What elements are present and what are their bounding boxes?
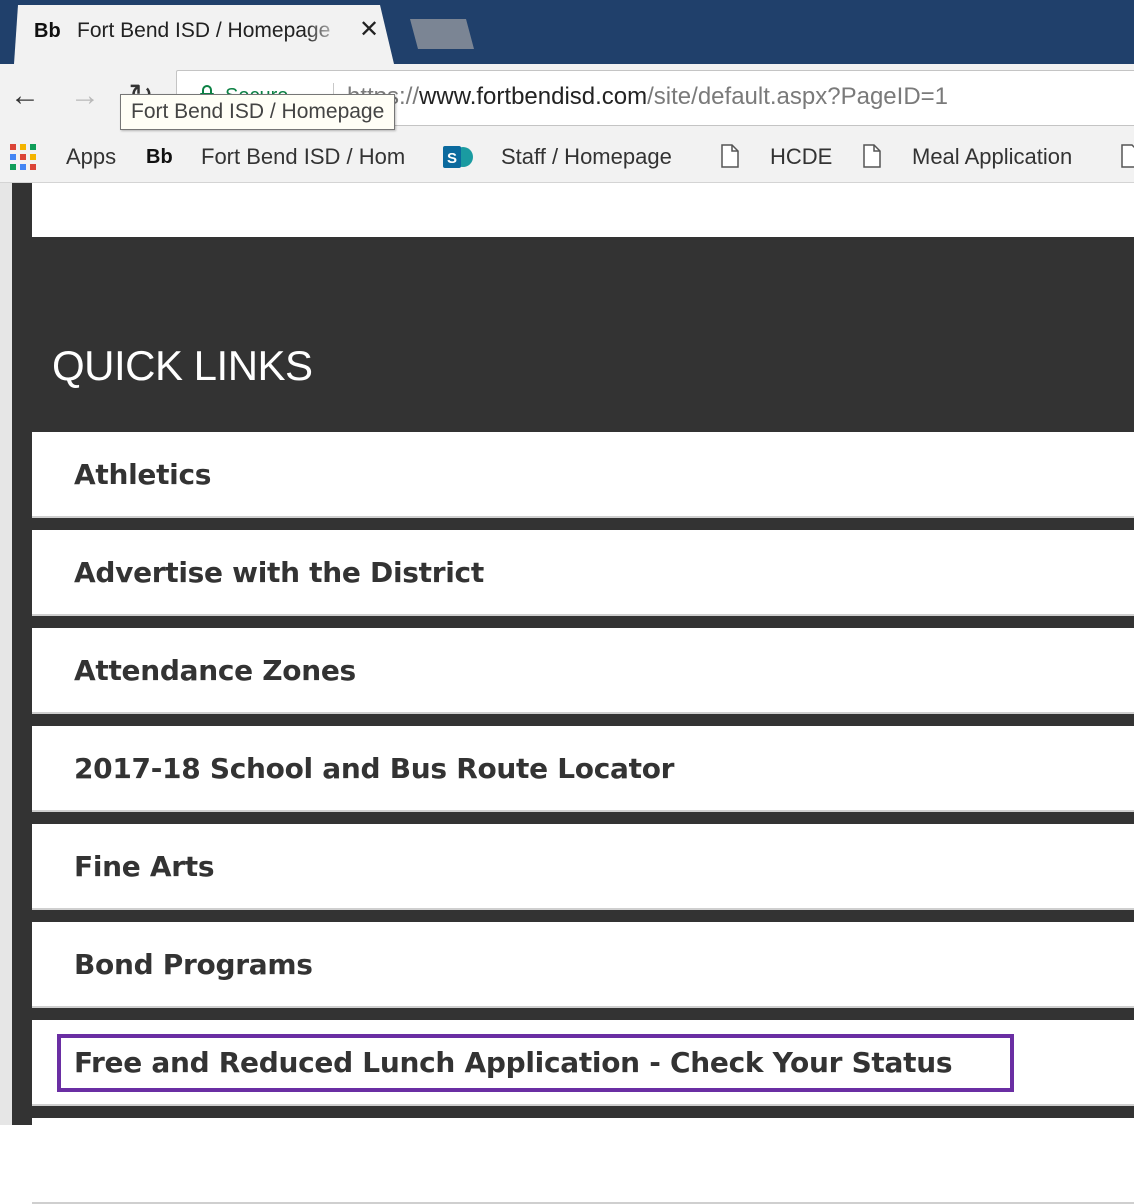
quick-link-label: Athletics	[74, 458, 212, 491]
quick-link-label: Attendance Zones	[74, 654, 356, 687]
url-host: www.fortbendisd.com	[419, 83, 648, 110]
quick-link-item[interactable]	[32, 1118, 1134, 1204]
bookmark-fort-bend[interactable]: Fort Bend ISD / Hom	[201, 142, 417, 172]
quick-link-item[interactable]: 2017-18 School and Bus Route Locator	[32, 726, 1134, 812]
left-border	[12, 183, 32, 1125]
tab-strip: Bb Fort Bend ISD / Homepage ✕	[0, 0, 1134, 64]
blackboard-favicon-icon: Bb	[34, 20, 61, 42]
quick-link-item[interactable]: Advertise with the District	[32, 530, 1134, 616]
sharepoint-icon: S	[443, 146, 473, 168]
quick-link-label: Advertise with the District	[74, 556, 484, 589]
bookmarks-bar: Apps Bb Fort Bend ISD / Hom S Staff / Ho…	[0, 132, 1134, 183]
apps-grid-icon[interactable]	[10, 144, 36, 170]
document-icon	[1121, 144, 1134, 168]
quick-link-label: Fine Arts	[74, 850, 215, 883]
bookmark-apps[interactable]: Apps	[66, 142, 116, 172]
quick-links-heading: QUICK LINKS	[52, 342, 313, 389]
new-tab-button[interactable]	[410, 19, 474, 49]
bookmark-staff-homepage[interactable]: Staff / Homepage	[501, 142, 672, 172]
quick-link-item[interactable]: Fine Arts	[32, 824, 1134, 910]
quick-link-label: Bond Programs	[74, 948, 313, 981]
back-arrow-icon[interactable]: ←	[8, 76, 42, 116]
close-tab-icon[interactable]: ✕	[358, 17, 380, 43]
tab-title: Fort Bend ISD / Homepage	[77, 19, 331, 42]
quick-link-label: 2017-18 School and Bus Route Locator	[74, 752, 675, 785]
top-content-strip	[32, 183, 1134, 237]
forward-arrow-icon[interactable]: →	[68, 76, 102, 116]
quick-link-item[interactable]: Athletics	[32, 432, 1134, 518]
url-path: /site/default.aspx?PageID=1	[647, 83, 949, 110]
tab-tooltip: Fort Bend ISD / Homepage	[120, 94, 396, 130]
quick-link-item[interactable]: Bond Programs	[32, 922, 1134, 1008]
svg-text:S: S	[447, 150, 457, 167]
highlight-annotation-box	[57, 1034, 1014, 1092]
document-icon	[863, 144, 881, 168]
blackboard-bookmark-icon: Bb	[146, 146, 173, 168]
bookmark-meal-application[interactable]: Meal Application	[912, 142, 1072, 172]
bookmark-hcde[interactable]: HCDE	[770, 142, 832, 172]
quick-link-item[interactable]: Attendance Zones	[32, 628, 1134, 714]
document-icon	[721, 144, 739, 168]
url-text[interactable]: https://www.fortbendisd.com/site/default…	[347, 83, 948, 111]
